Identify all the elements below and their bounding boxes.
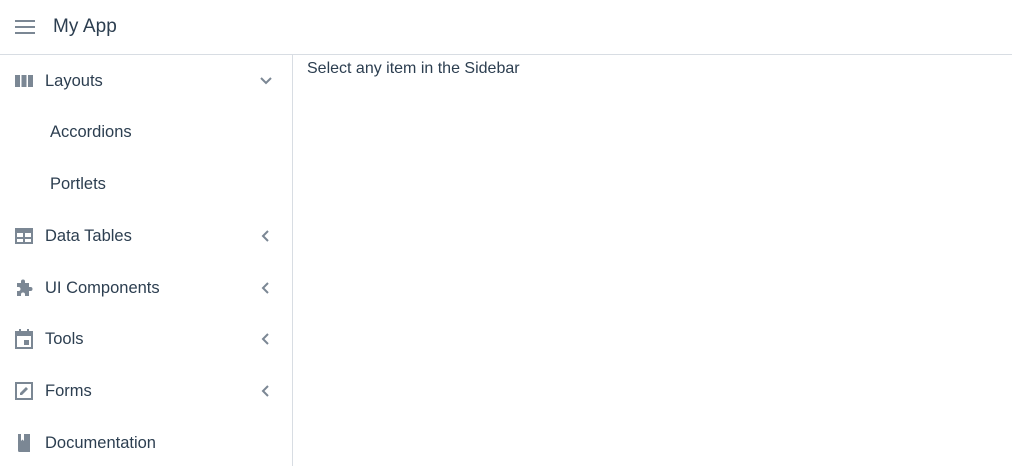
sidebar-subitem-label: Portlets [50,174,106,193]
sidebar-item-ui-components[interactable]: UI Components [0,262,292,314]
sidebar-item-documentation[interactable]: Documentation [0,417,292,469]
sidebar-item-forms[interactable]: Forms [0,365,292,417]
sidebar-item-layouts[interactable]: Layouts [0,55,292,107]
chevron-left-icon [257,330,275,348]
empty-state-message: Select any item in the Sidebar [307,60,520,77]
sidebar-subitem-label: Accordions [50,122,132,141]
puzzle-icon [13,277,35,299]
sidebar-item-label: Data Tables [45,226,132,245]
chevron-left-icon [257,227,275,245]
app-header: My App [0,0,1012,55]
book-icon [13,432,35,454]
chevron-down-icon [257,72,275,90]
main-content: Select any item in the Sidebar [293,55,1012,466]
chevron-left-icon [257,279,275,297]
sidebar-item-data-tables[interactable]: Data Tables [0,210,292,262]
chevron-left-icon [257,382,275,400]
calendar-icon [13,328,35,350]
sidebar-item-label: Forms [45,381,92,400]
sidebar-item-tools[interactable]: Tools [0,313,292,365]
hamburger-menu-icon[interactable] [12,16,38,38]
edit-box-icon [13,380,35,402]
sidebar: Layouts Accordions Portlets Data Tables [0,55,293,466]
sidebar-item-label: UI Components [45,278,160,297]
sidebar-subitem-accordions[interactable]: Accordions [0,106,292,158]
sidebar-item-label: Tools [45,329,84,348]
sidebar-subitem-portlets[interactable]: Portlets [0,158,292,210]
app-title: My App [53,16,117,37]
sidebar-item-label: Layouts [45,71,103,90]
columns-icon [13,70,35,92]
sidebar-item-label: Documentation [45,433,156,452]
table-icon [13,225,35,247]
